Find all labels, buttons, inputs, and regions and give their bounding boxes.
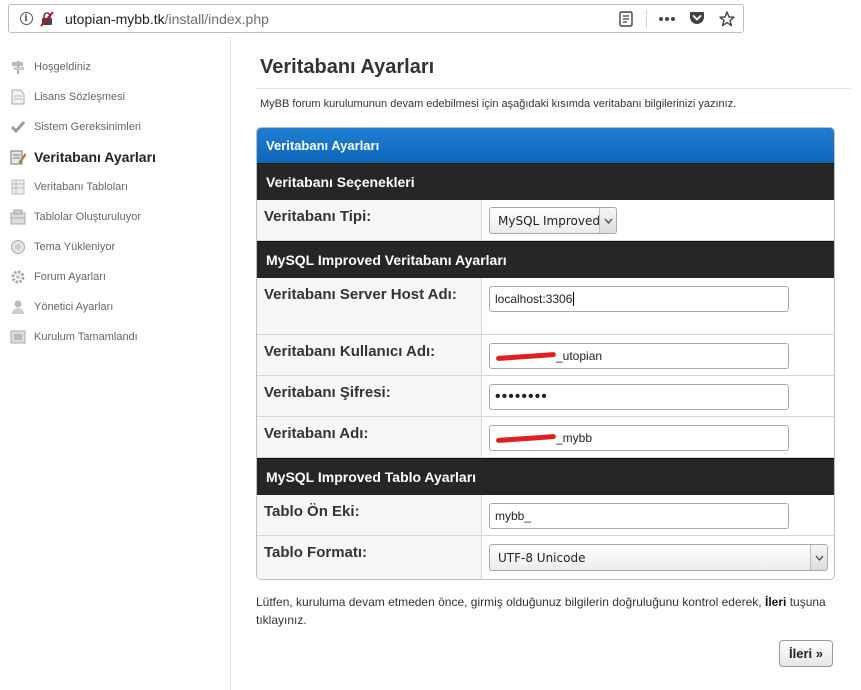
sidebar-item-label: Tema Yükleniyor bbox=[34, 241, 116, 253]
sidebar-item-label: Lisans Sözleşmesi bbox=[34, 91, 126, 103]
sidebar-item-forum-settings: Forum Ayarları bbox=[10, 266, 106, 288]
password-input[interactable]: •••••••• bbox=[489, 384, 789, 410]
input-value: localhost:3306 bbox=[495, 292, 573, 306]
select-value: UTF-8 Unicode bbox=[498, 550, 586, 565]
sidebar-item-requirements: Sistem Gereksinimleri bbox=[10, 116, 141, 138]
welcome-sign-icon bbox=[10, 59, 26, 75]
field-label: Veritabanı Tipi: bbox=[257, 200, 482, 240]
next-button[interactable]: İleri » bbox=[779, 640, 833, 667]
input-value: •••••••• bbox=[495, 388, 548, 405]
table-format-select[interactable]: UTF-8 Unicode bbox=[489, 544, 828, 571]
section-database-options: Veritabanı Seçenekleri bbox=[257, 163, 834, 200]
database-edit-icon bbox=[10, 149, 26, 165]
row-database-name: Veritabanı Adı: _mybb bbox=[257, 417, 834, 458]
title-divider bbox=[256, 88, 851, 89]
sidebar-item-label: Hoşgeldiniz bbox=[34, 61, 91, 73]
bookmark-star-icon[interactable] bbox=[717, 9, 737, 29]
field-label: Veritabanı Server Host Adı: bbox=[257, 278, 482, 334]
more-actions-icon[interactable] bbox=[657, 9, 677, 29]
database-type-select[interactable]: MySQL Improved bbox=[489, 207, 617, 234]
sidebar-item-label: Veritabanı Tabloları bbox=[34, 181, 128, 193]
select-value: MySQL Improved bbox=[498, 213, 600, 228]
checkmark-icon bbox=[10, 119, 26, 135]
input-value: _mybb bbox=[556, 431, 593, 445]
document-icon bbox=[10, 89, 26, 105]
field-label: Veritabanı Adı: bbox=[257, 417, 482, 457]
sidebar-item-welcome: Hoşgeldiniz bbox=[10, 56, 91, 78]
pocket-icon[interactable] bbox=[687, 9, 707, 29]
sidebar-item-finished: Kurulum Tamamlandı bbox=[10, 326, 138, 348]
row-username: Veritabanı Kullanıcı Adı: _utopian bbox=[257, 335, 834, 376]
sidebar-item-label: Veritabanı Ayarları bbox=[34, 149, 156, 165]
sidebar-item-label: Yönetici Ayarları bbox=[34, 301, 114, 313]
row-database-type: Veritabanı Tipi: MySQL Improved bbox=[257, 200, 834, 241]
note-next-emphasis: İleri bbox=[764, 595, 787, 609]
row-table-format: Tablo Formatı: UTF-8 Unicode bbox=[257, 536, 834, 579]
sidebar-item-creating-tables: Tablolar Oluşturuluyor bbox=[10, 206, 141, 228]
sidebar-item-label: Kurulum Tamamlandı bbox=[34, 331, 138, 343]
field-label: Tablo Ön Eki: bbox=[257, 495, 482, 535]
gear-icon bbox=[10, 269, 26, 285]
input-value: mybb_ bbox=[495, 509, 532, 523]
field-label: Veritabanı Şifresi: bbox=[257, 376, 482, 416]
sidebar-item-label: Tablolar Oluşturuluyor bbox=[34, 211, 141, 223]
table-prefix-input[interactable]: mybb_ bbox=[489, 503, 789, 529]
chevron-down-icon bbox=[810, 545, 827, 570]
install-steps-sidebar: Hoşgeldiniz Lisans Sözleşmesi Sistem Ger… bbox=[0, 36, 231, 690]
url-separator bbox=[646, 9, 647, 28]
field-label: Tablo Formatı: bbox=[257, 536, 482, 579]
table-icon bbox=[10, 179, 26, 195]
intro-text: MyBB forum kurulumunun devam edebilmesi … bbox=[260, 98, 737, 110]
row-password: Veritabanı Şifresi: •••••••• bbox=[257, 376, 834, 417]
finish-icon bbox=[10, 329, 26, 345]
url-host: utopian-mybb.tk bbox=[65, 10, 165, 27]
database-name-input[interactable]: _mybb bbox=[489, 425, 789, 451]
row-table-prefix: Tablo Ön Eki: mybb_ bbox=[257, 495, 834, 536]
sidebar-item-label: Sistem Gereksinimleri bbox=[34, 121, 141, 133]
url-path: /install/index.php bbox=[164, 10, 269, 27]
redaction-mark bbox=[495, 433, 557, 444]
username-input[interactable]: _utopian bbox=[489, 343, 789, 369]
theme-icon bbox=[10, 239, 26, 255]
reader-view-icon[interactable] bbox=[616, 9, 636, 29]
server-host-input[interactable]: localhost:3306 bbox=[489, 286, 789, 312]
database-settings-panel: Veritabanı Ayarları Veritabanı Seçenekle… bbox=[256, 127, 835, 580]
note-text-before: Lütfen, kuruluma devam etmeden önce, gir… bbox=[256, 595, 762, 609]
sidebar-item-theme: Tema Yükleniyor bbox=[10, 236, 115, 258]
sidebar-item-label: Forum Ayarları bbox=[34, 271, 106, 283]
section-mysql-table-settings: MySQL Improved Tablo Ayarları bbox=[257, 458, 834, 495]
redaction-mark bbox=[495, 351, 557, 362]
row-server-host: Veritabanı Server Host Adı: localhost:33… bbox=[257, 278, 834, 335]
panel-title: Veritabanı Ayarları bbox=[257, 128, 834, 163]
url-text[interactable]: utopian-mybb.tk/install/index.php bbox=[65, 11, 269, 27]
sidebar-item-database-tables: Veritabanı Tabloları bbox=[10, 176, 128, 198]
info-icon[interactable]: i bbox=[15, 5, 37, 32]
page-title: Veritabanı Ayarları bbox=[260, 56, 435, 78]
table-build-icon bbox=[10, 209, 26, 225]
url-bar[interactable]: i utopian-mybb.tk/install/index.php bbox=[8, 4, 744, 33]
user-icon bbox=[10, 299, 26, 315]
confirmation-note: Lütfen, kuruluma devam etmeden önce, gir… bbox=[256, 593, 826, 629]
sidebar-item-admin-settings: Yönetici Ayarları bbox=[10, 296, 113, 318]
chevron-down-icon bbox=[599, 208, 616, 233]
text-cursor bbox=[573, 292, 575, 306]
sidebar-item-database-settings: Veritabanı Ayarları bbox=[10, 146, 156, 168]
field-label: Veritabanı Kullanıcı Adı: bbox=[257, 335, 482, 375]
sidebar-item-license: Lisans Sözleşmesi bbox=[10, 86, 125, 108]
section-mysql-database-settings: MySQL Improved Veritabanı Ayarları bbox=[257, 241, 834, 278]
input-value: _utopian bbox=[556, 349, 603, 363]
insecure-lock-icon[interactable] bbox=[37, 5, 57, 32]
